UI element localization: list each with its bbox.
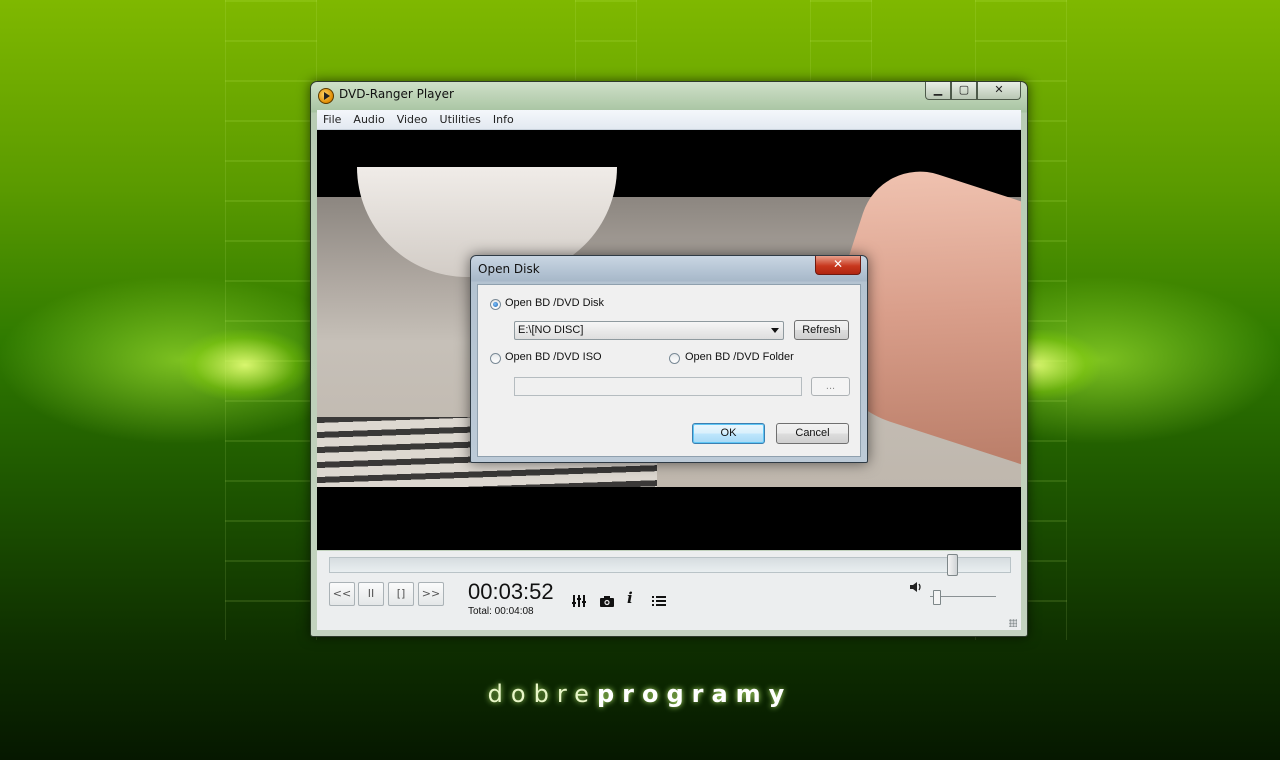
resize-grip[interactable] bbox=[1009, 619, 1017, 627]
menu-utilities[interactable]: Utilities bbox=[434, 110, 487, 129]
chevron-down-icon bbox=[771, 328, 779, 333]
brand-logo: dobreprogramy bbox=[0, 680, 1280, 708]
seek-bar[interactable] bbox=[329, 554, 1011, 576]
next-button[interactable]: >> bbox=[418, 582, 444, 606]
ok-button[interactable]: OK bbox=[692, 423, 765, 444]
maximize-button[interactable]: ▢ bbox=[951, 82, 977, 100]
playlist-icon[interactable] bbox=[651, 593, 667, 613]
previous-button[interactable]: << bbox=[329, 582, 355, 606]
app-icon bbox=[318, 88, 334, 104]
label-open-folder[interactable]: Open BD /DVD Folder bbox=[685, 351, 794, 363]
open-disk-dialog: Open Disk ✕ Open BD /DVD Disk E:\[NO DIS… bbox=[470, 255, 868, 463]
control-panel: << II [] >> 00:03:52 Total: 00:04:08 i bbox=[317, 551, 1021, 630]
equalizer-icon[interactable] bbox=[571, 593, 587, 613]
title-bar[interactable]: DVD-Ranger Player ▁ ▢ ✕ bbox=[311, 82, 1027, 108]
caption-buttons: ▁ ▢ ✕ bbox=[925, 82, 1021, 100]
info-icon[interactable]: i bbox=[627, 589, 633, 607]
radio-open-iso[interactable] bbox=[490, 353, 501, 364]
dialog-title: Open Disk bbox=[478, 262, 540, 276]
window-title: DVD-Ranger Player bbox=[339, 87, 454, 101]
camera-icon[interactable] bbox=[599, 593, 615, 613]
menu-audio[interactable]: Audio bbox=[347, 110, 390, 129]
iso-path-input[interactable] bbox=[514, 377, 802, 396]
drive-select-value: E:\[NO DISC] bbox=[518, 324, 584, 336]
menu-video[interactable]: Video bbox=[391, 110, 434, 129]
dialog-body: Open BD /DVD Disk E:\[NO DISC] Refresh O… bbox=[477, 284, 861, 457]
bg-glow bbox=[180, 330, 310, 400]
label-open-iso[interactable]: Open BD /DVD ISO bbox=[505, 351, 602, 363]
speaker-icon[interactable] bbox=[909, 581, 923, 596]
menu-file[interactable]: File bbox=[317, 110, 347, 129]
cancel-button[interactable]: Cancel bbox=[776, 423, 849, 444]
current-time: 00:03:52 bbox=[468, 579, 554, 604]
refresh-button[interactable]: Refresh bbox=[794, 320, 849, 340]
total-time: Total: 00:04:08 bbox=[468, 606, 534, 617]
brand-light: dobre bbox=[487, 680, 597, 708]
stop-button[interactable]: [] bbox=[388, 582, 414, 606]
menu-info[interactable]: Info bbox=[487, 110, 520, 129]
bg-stripe bbox=[225, 0, 317, 640]
bg-stripe bbox=[810, 0, 872, 80]
close-button[interactable]: ✕ bbox=[977, 82, 1021, 100]
drive-select[interactable]: E:\[NO DISC] bbox=[514, 321, 784, 340]
seek-handle[interactable] bbox=[947, 554, 958, 576]
bg-stripe bbox=[575, 0, 637, 80]
pause-button[interactable]: II bbox=[358, 582, 384, 606]
volume-handle[interactable] bbox=[933, 590, 941, 605]
radio-open-folder[interactable] bbox=[669, 353, 680, 364]
browse-button[interactable]: ... bbox=[811, 377, 850, 396]
dialog-close-button[interactable]: ✕ bbox=[815, 256, 861, 275]
radio-open-disk[interactable] bbox=[490, 299, 501, 310]
minimize-button[interactable]: ▁ bbox=[925, 82, 951, 100]
menu-bar: File Audio Video Utilities Info bbox=[317, 110, 1021, 130]
label-open-disk[interactable]: Open BD /DVD Disk bbox=[505, 297, 604, 309]
brand-bold: programy bbox=[596, 680, 793, 708]
